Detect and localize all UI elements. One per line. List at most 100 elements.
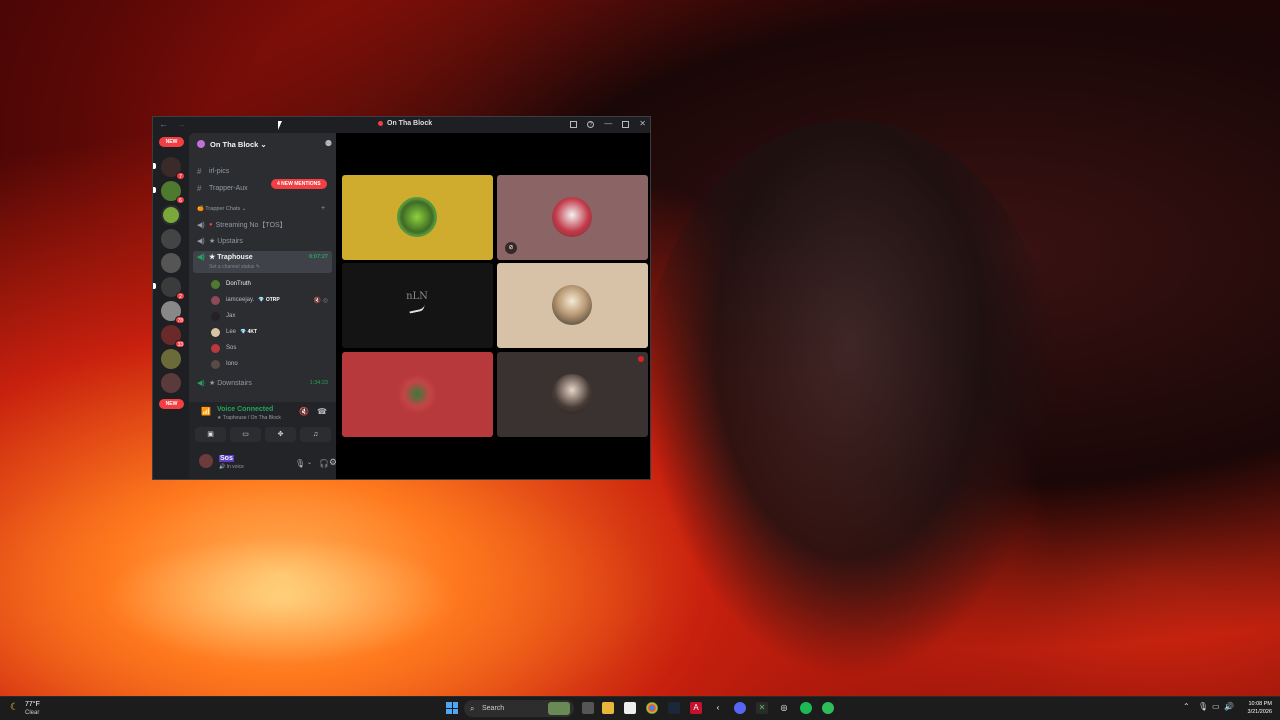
tray-chevron-icon[interactable]: ⌃ — [1183, 702, 1190, 711]
server-icon[interactable]: 78 — [161, 301, 185, 324]
app-a-icon[interactable]: A — [690, 702, 702, 714]
channel-traphouse[interactable]: ◀) ★ Traphouse 8:07:27 Set a channel stat… — [193, 251, 332, 273]
server-boost-icon — [197, 140, 205, 148]
channel-streaming[interactable]: ◀) ● Streaming No【TOS】 — [193, 218, 332, 232]
participant-avatar — [552, 197, 592, 237]
steam-icon[interactable] — [668, 702, 680, 714]
server-icon[interactable] — [161, 229, 181, 249]
capcut-icon[interactable]: ‹ — [712, 702, 724, 714]
channel-irl-pics[interactable]: # irl-pics — [193, 164, 332, 178]
activities-button[interactable]: ✥ — [265, 427, 296, 442]
server-icon[interactable] — [161, 205, 181, 225]
volume-icon[interactable]: 🔊 — [1224, 702, 1234, 711]
task-view-icon[interactable] — [582, 702, 594, 714]
camera-button[interactable]: ▣ — [195, 427, 226, 442]
server-icon[interactable] — [161, 349, 181, 369]
signal-strength-icon[interactable]: 📶 — [201, 407, 211, 416]
chrome-icon[interactable] — [646, 702, 658, 714]
participant-tile[interactable] — [497, 352, 648, 437]
noise-suppression-icon[interactable]: 🔇 — [299, 407, 309, 416]
maximize-button[interactable] — [622, 121, 630, 128]
obs-icon[interactable]: ◎ — [778, 702, 790, 714]
user-display-name[interactable]: Sos — [219, 455, 234, 462]
back-arrow-icon[interactable]: ← — [159, 119, 168, 129]
channel-label: Streaming No【TOS】 — [215, 222, 287, 229]
avatar — [211, 327, 220, 337]
new-unreads-bottom-pill[interactable]: NEW — [159, 399, 184, 409]
live-icon: ● — [209, 222, 213, 228]
create-channel-icon[interactable]: + — [321, 205, 325, 212]
discord-window: ← → On Tha Block ? — ✕ NEW 7 6 2 78 33 N… — [152, 116, 651, 480]
voice-user-dontruth[interactable]: DonTruth — [211, 278, 332, 290]
participant-tile[interactable]: ⊘ — [497, 175, 648, 260]
channel-label: ★ Upstairs — [209, 238, 243, 245]
voice-channel-path[interactable]: ★ Traphouse / On Tha Block — [217, 415, 281, 421]
new-unreads-top-pill[interactable]: NEW — [159, 137, 184, 147]
voice-user-iamceejay[interactable]: iamceejay. 💎 OTRP 🔇 ◎ — [211, 294, 332, 306]
start-button[interactable] — [446, 702, 458, 714]
voice-channel-icon: ◀) — [197, 222, 205, 229]
voice-panel: 📶 Voice Connected ★ Traphouse / On Tha B… — [189, 402, 337, 479]
speaking-indicator-icon — [638, 356, 644, 362]
soundboard-button[interactable]: ♫ — [300, 427, 331, 442]
store-icon[interactable] — [624, 702, 636, 714]
server-icon[interactable]: 6 — [161, 181, 185, 204]
network-icon[interactable]: ▭ — [1212, 702, 1220, 711]
voice-channel-icon: ◀) — [197, 380, 205, 387]
channel-upstairs[interactable]: ◀) ★ Upstairs — [193, 234, 332, 248]
discord-icon[interactable] — [734, 702, 746, 714]
voice-user-lee[interactable]: Lee 💎 4KT — [211, 326, 332, 338]
game-app-icon[interactable] — [822, 702, 834, 714]
participant-tile[interactable] — [342, 175, 493, 260]
microphone-icon[interactable]: 🎙 — [295, 459, 305, 468]
headphones-icon[interactable]: 🎧 — [319, 459, 329, 468]
voice-user-sos[interactable]: Sos — [211, 342, 332, 354]
participant-avatar — [552, 285, 592, 325]
forward-arrow-icon[interactable]: → — [177, 119, 186, 129]
server-icon[interactable] — [161, 373, 181, 393]
clock-date: 3/21/2026 — [1247, 709, 1272, 715]
server-icon[interactable]: 2 — [161, 277, 185, 300]
voice-user-jax[interactable]: Jax — [211, 310, 332, 322]
search-box[interactable]: ⌕ Search — [464, 700, 574, 717]
participant-tile[interactable] — [497, 263, 648, 348]
disconnect-icon[interactable]: ☎ — [317, 407, 327, 416]
spotify-icon[interactable] — [800, 702, 812, 714]
help-icon[interactable]: ? — [587, 121, 595, 128]
microphone-tray-icon[interactable]: 🎙 — [1198, 702, 1208, 711]
unread-pip — [153, 187, 156, 193]
user-name: DonTruth — [226, 281, 251, 287]
server-icon[interactable]: 33 — [161, 325, 185, 348]
channel-status-input[interactable]: Set a channel status ✎ — [209, 264, 260, 270]
mic-options-chevron-icon[interactable]: ⌄ — [307, 459, 312, 466]
title-bar: ← → On Tha Block ? — ✕ — [153, 117, 650, 133]
minimize-button[interactable]: — — [604, 119, 612, 128]
screen-share-button[interactable]: ▭ — [230, 427, 261, 442]
window-title: On Tha Block — [378, 120, 432, 127]
participant-avatar — [552, 374, 592, 414]
voice-user-iono[interactable]: Iono — [211, 358, 332, 370]
server-header[interactable]: On Tha Block ⌄ ⚉ — [189, 133, 336, 155]
avatar — [211, 295, 220, 305]
category-trapper-chats[interactable]: 🍊 Trapper Chats ⌄ + — [197, 205, 325, 212]
user-name: Lee — [226, 329, 237, 335]
participant-tile[interactable]: nLN — [342, 263, 493, 348]
channel-label: irl-pics — [209, 167, 230, 175]
server-icon[interactable]: 7 — [161, 157, 185, 180]
channel-trapper-aux[interactable]: # Trapper-Aux — [193, 181, 332, 195]
server-name: On Tha Block ⌄ — [210, 139, 267, 149]
inbox-icon[interactable] — [570, 121, 578, 128]
clock[interactable]: 10:08 PM 3/21/2026 — [1238, 700, 1272, 716]
file-explorer-icon[interactable] — [602, 702, 614, 714]
voice-connected-label[interactable]: Voice Connected — [217, 406, 273, 413]
participant-tile[interactable] — [342, 352, 493, 437]
search-highlight-image — [548, 702, 570, 715]
terminal-icon[interactable]: ✕ — [756, 702, 768, 714]
avatar — [211, 311, 220, 321]
invite-people-icon[interactable]: ⚉ — [325, 139, 332, 148]
channel-downstairs[interactable]: ◀) ★ Downstairs 1:34:23 — [193, 376, 332, 390]
user-avatar[interactable] — [199, 454, 213, 468]
close-button[interactable]: ✕ — [639, 119, 646, 128]
server-icon[interactable] — [161, 253, 181, 273]
avatar — [211, 343, 220, 353]
